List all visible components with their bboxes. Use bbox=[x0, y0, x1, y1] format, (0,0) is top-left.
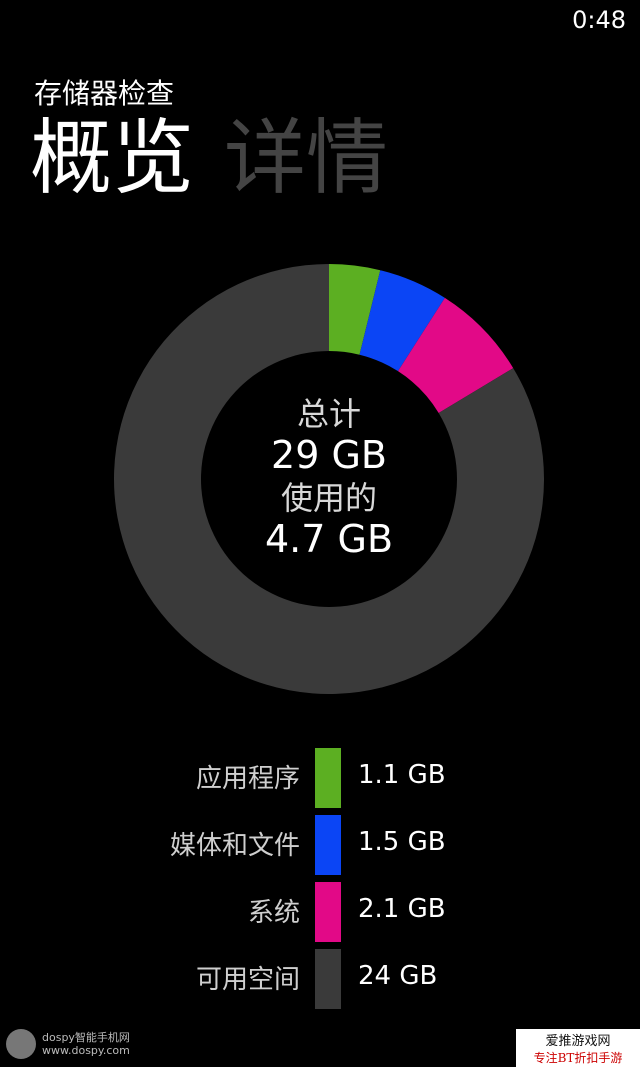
legend-label: 可用空间 bbox=[195, 965, 300, 995]
legend-swatch bbox=[315, 748, 341, 808]
legend-item-free: 可用空间 24 GB bbox=[0, 949, 640, 1009]
watermark-line1: dospy智能手机网 bbox=[42, 1030, 130, 1044]
legend-item-system: 系统 2.1 GB bbox=[0, 882, 640, 942]
legend-value: 1.1 GB bbox=[358, 760, 446, 790]
legend-swatch bbox=[315, 949, 341, 1009]
legend-swatch bbox=[315, 815, 341, 875]
dospy-logo-icon bbox=[6, 1029, 36, 1059]
total-label: 总计 bbox=[296, 395, 361, 434]
legend-item-apps: 应用程序 1.1 GB bbox=[0, 748, 640, 808]
legend-value: 24 GB bbox=[358, 961, 438, 991]
watermark-right-line2: 专注BT折扣手游 bbox=[533, 1051, 623, 1065]
watermark-right-line1: 爱推游戏网 bbox=[545, 1034, 611, 1049]
used-label: 使用的 bbox=[280, 479, 377, 517]
pivot-header: 概览 详情 bbox=[30, 118, 418, 200]
legend-label: 系统 bbox=[247, 898, 300, 928]
pivot-tab-overview[interactable]: 概览 bbox=[30, 111, 194, 206]
total-value: 29 GB bbox=[271, 433, 387, 478]
used-value: 4.7 GB bbox=[264, 517, 394, 562]
legend-value: 2.1 GB bbox=[358, 894, 446, 924]
donut-center: 总计 29 GB 使用的 4.7 GB bbox=[114, 264, 544, 694]
status-time: 0:48 bbox=[572, 6, 626, 34]
watermark-aitui: 爱推游戏网 专注BT折扣手游 bbox=[516, 1029, 640, 1067]
app-title: 存储器检查 bbox=[34, 77, 175, 110]
legend-label: 媒体和文件 bbox=[169, 831, 300, 861]
watermark-dospy: dospy智能手机网 www.dospy.com bbox=[6, 1029, 130, 1059]
legend-item-media: 媒体和文件 1.5 GB bbox=[0, 815, 640, 875]
legend-swatch bbox=[315, 882, 341, 942]
pivot-tab-details[interactable]: 详情 bbox=[224, 111, 388, 206]
legend-label: 应用程序 bbox=[195, 764, 300, 794]
legend-value: 1.5 GB bbox=[358, 827, 446, 857]
watermark-line2: www.dospy.com bbox=[42, 1044, 130, 1057]
